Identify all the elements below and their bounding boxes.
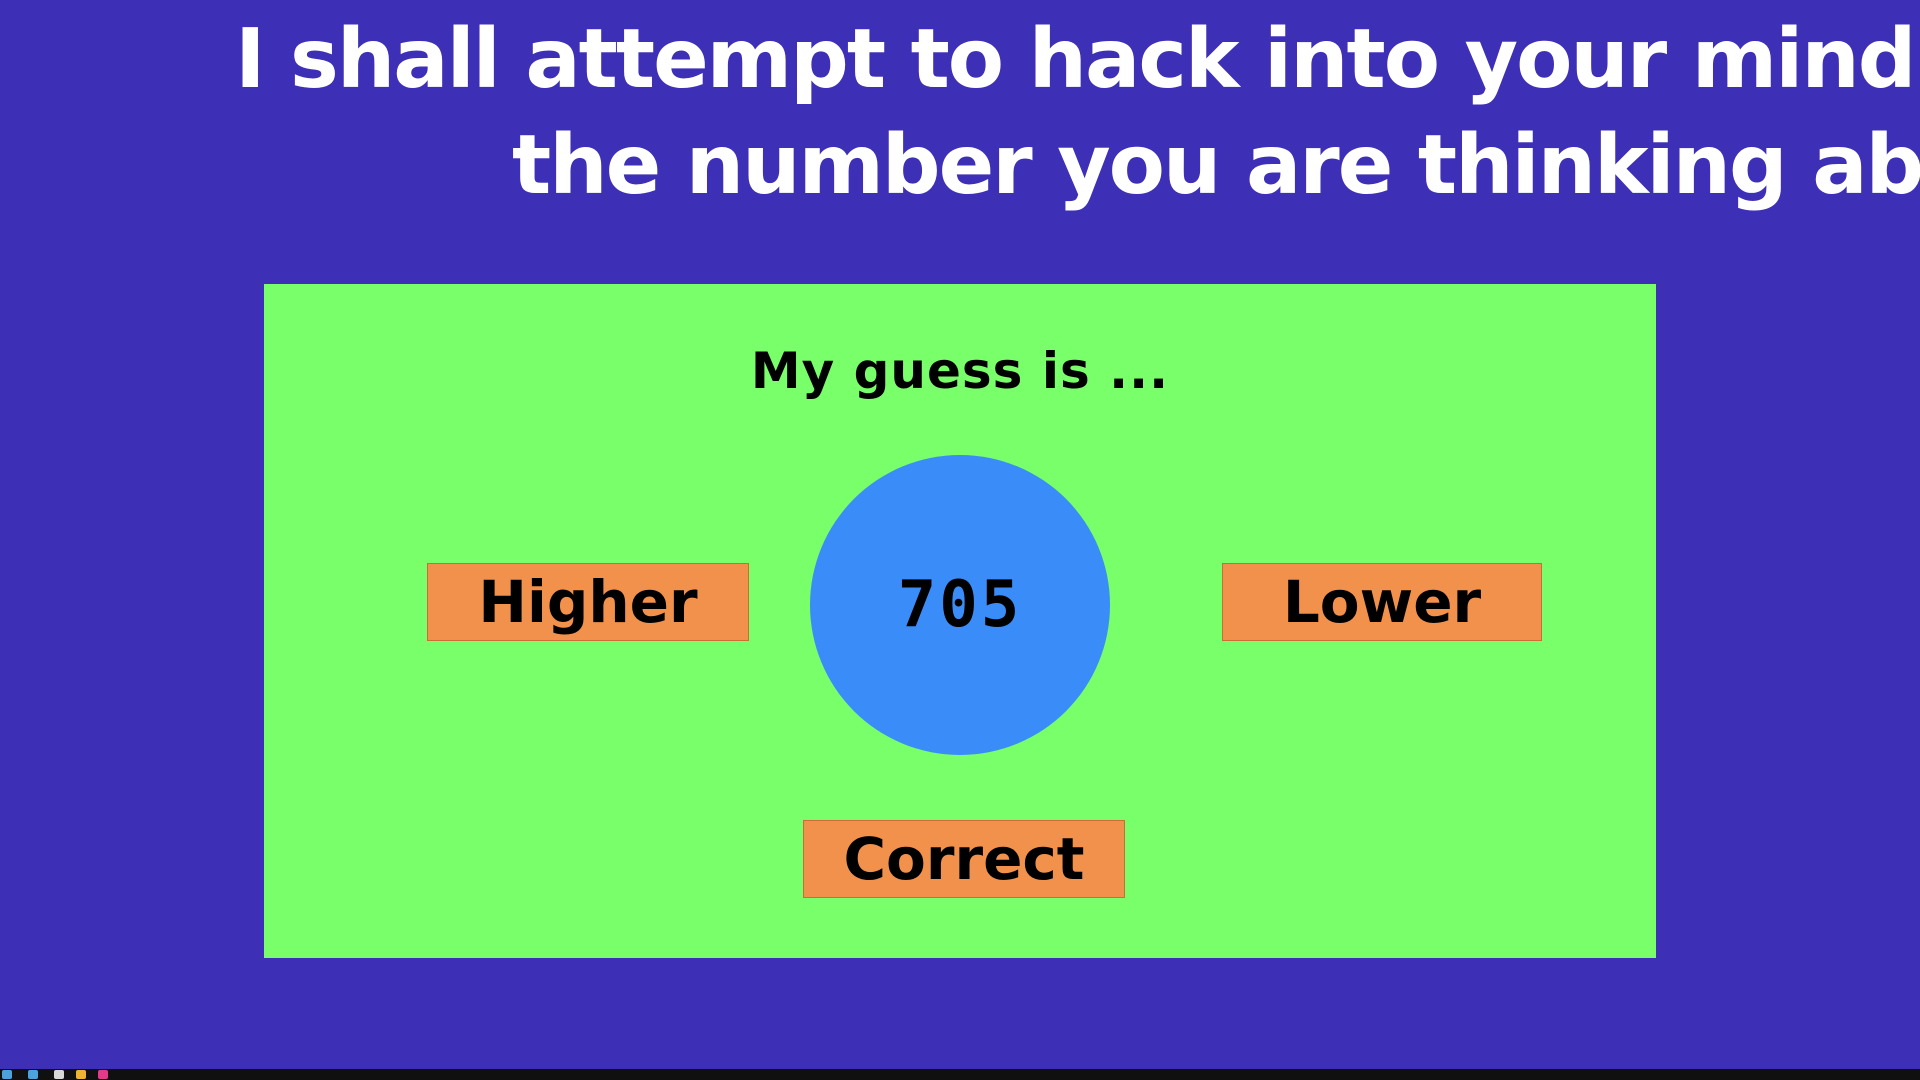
- app-icon[interactable]: [76, 1070, 86, 1079]
- taskbar-launchers: [0, 1069, 120, 1080]
- system-taskbar: [0, 1069, 1920, 1080]
- guess-number-circle: 705: [810, 455, 1110, 755]
- browser-icon[interactable]: [54, 1070, 64, 1079]
- lower-button[interactable]: Lower: [1222, 563, 1542, 641]
- guess-prompt: My guess is ...: [750, 342, 1170, 400]
- headline-line-1: I shall attempt to hack into your mind a…: [235, 12, 1920, 107]
- guess-number: 705: [897, 568, 1023, 642]
- correct-button[interactable]: Correct: [803, 820, 1125, 898]
- headline-line-2: the number you are thinking about!: [512, 118, 1920, 213]
- guess-game-panel: My guess is ... Higher 705 Lower Correct: [264, 284, 1656, 958]
- number-guessing-page: I shall attempt to hack into your mind a…: [0, 0, 1920, 1080]
- app-icon[interactable]: [98, 1070, 108, 1079]
- higher-button[interactable]: Higher: [427, 563, 749, 641]
- terminal-icon[interactable]: [2, 1070, 12, 1079]
- files-icon[interactable]: [28, 1070, 38, 1079]
- page-headline: I shall attempt to hack into your mind a…: [0, 0, 1920, 230]
